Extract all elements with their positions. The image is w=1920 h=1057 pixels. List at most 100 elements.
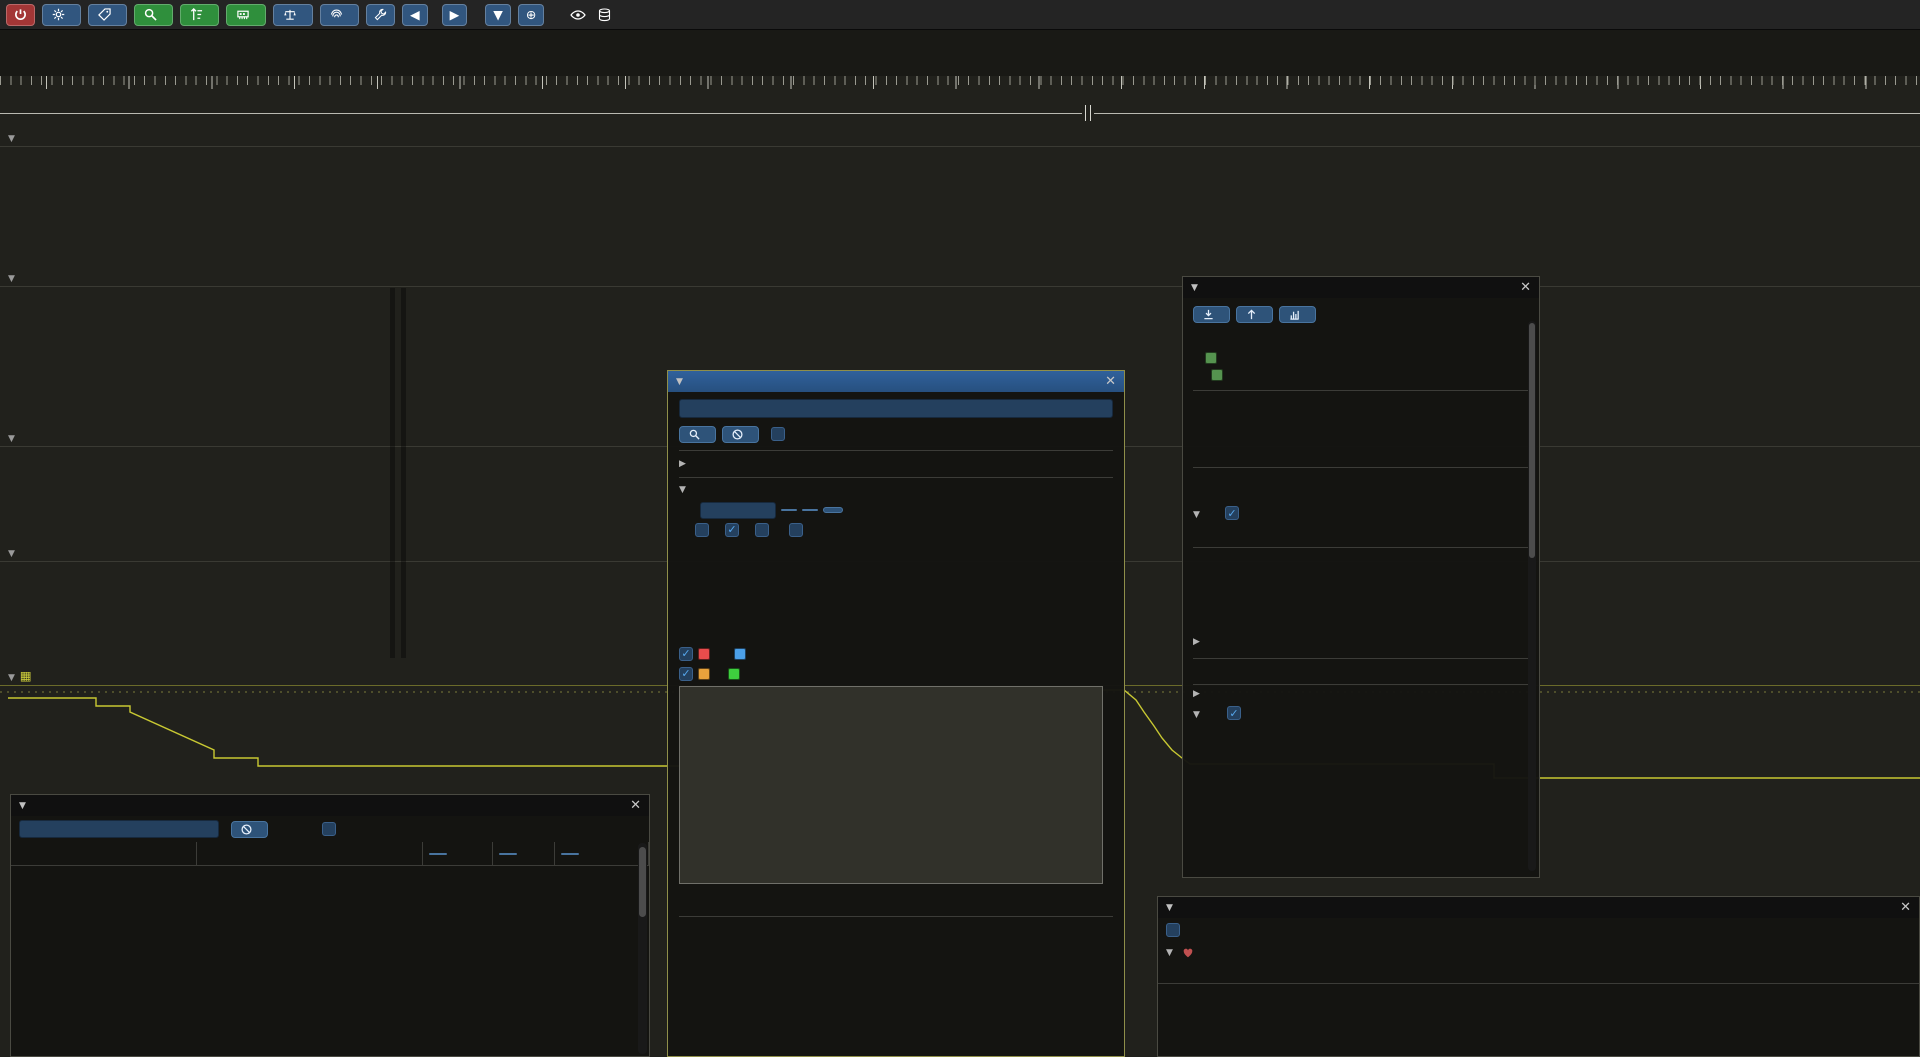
memory-chip-icon bbox=[236, 8, 250, 21]
col-counts[interactable] bbox=[493, 842, 555, 865]
options-button[interactable] bbox=[42, 4, 81, 26]
self-time-checkbox[interactable]: ✓ bbox=[789, 523, 803, 537]
draw-avg-checkbox[interactable]: ✓ bbox=[679, 647, 693, 661]
ban-icon bbox=[732, 429, 743, 440]
draw-group-avg-checkbox[interactable]: ✓ bbox=[679, 667, 693, 681]
fingerprint-icon bbox=[330, 8, 343, 21]
ban-icon bbox=[241, 824, 252, 835]
scales-icon bbox=[283, 8, 297, 21]
find-zone-titlebar[interactable]: ▼✕ bbox=[668, 371, 1124, 392]
find-zone-search-input[interactable] bbox=[679, 399, 1113, 418]
memory-window: ▼✕ ✓ ▼ bbox=[1157, 896, 1920, 1057]
avg-color-swatch bbox=[698, 648, 710, 660]
time-relative-checkbox[interactable]: ✓ bbox=[1225, 506, 1239, 520]
search-icon bbox=[144, 8, 157, 21]
memory-table-header bbox=[1158, 964, 1919, 984]
wrench-icon bbox=[374, 8, 387, 21]
close-icon[interactable]: ✕ bbox=[630, 798, 641, 813]
find-zone-button[interactable] bbox=[134, 4, 173, 26]
capture-time bbox=[598, 8, 616, 22]
thread-color-swatch[interactable] bbox=[1211, 369, 1223, 381]
source-color-swatch[interactable] bbox=[1205, 352, 1217, 364]
gear-icon bbox=[52, 8, 65, 21]
shutdown-button[interactable] bbox=[6, 4, 35, 26]
tag-icon bbox=[98, 8, 111, 21]
zone-info-titlebar[interactable]: ▼✕ bbox=[1183, 277, 1539, 298]
tools-button[interactable] bbox=[366, 4, 395, 26]
statistics-window: ▼✕ ✓ bbox=[10, 794, 650, 1057]
collapse-arrow-icon[interactable]: ▼ bbox=[1166, 948, 1176, 958]
log-values-checkbox[interactable]: ✓ bbox=[695, 523, 709, 537]
statistics-table-header bbox=[11, 842, 649, 866]
close-icon[interactable]: ✕ bbox=[1900, 900, 1911, 915]
compare-button[interactable] bbox=[273, 4, 313, 26]
power-icon bbox=[14, 8, 27, 21]
go-to-parent-button[interactable] bbox=[1236, 306, 1273, 323]
expand-arrow-icon[interactable]: ▶ bbox=[679, 459, 689, 469]
cumulate-time-checkbox[interactable]: ✓ bbox=[755, 523, 769, 537]
main-toolbar: ◀ ▶ ▼ ⊕ bbox=[0, 0, 1920, 30]
statistics-button[interactable] bbox=[180, 4, 219, 26]
zoom-to-zone-button[interactable] bbox=[1193, 306, 1230, 323]
log-time-checkbox[interactable]: ✓ bbox=[725, 523, 739, 537]
statistics-titlebar[interactable]: ▼✕ bbox=[11, 795, 649, 816]
restrict-time-checkbox[interactable]: ✓ bbox=[1166, 923, 1180, 937]
find-button[interactable] bbox=[679, 426, 716, 443]
bin-plus-button[interactable] bbox=[802, 509, 818, 511]
group-avg-color-swatch bbox=[698, 668, 710, 680]
collapse-arrow-icon[interactable]: ▼ bbox=[1193, 510, 1203, 520]
stats-option-checkbox[interactable]: ✓ bbox=[322, 822, 336, 836]
search-icon bbox=[689, 429, 700, 440]
clear-button[interactable] bbox=[722, 426, 759, 443]
memory-icon: ▦ bbox=[20, 668, 32, 683]
scrollbar[interactable] bbox=[638, 843, 647, 1054]
expand-arrow-icon[interactable]: ▶ bbox=[1193, 689, 1203, 699]
wait-regions-header bbox=[1193, 525, 1529, 543]
close-icon[interactable]: ✕ bbox=[1520, 280, 1531, 295]
group-children-checkbox[interactable]: ✓ bbox=[1227, 706, 1241, 720]
median-color-swatch bbox=[734, 648, 746, 660]
clear-filter-button[interactable] bbox=[231, 821, 268, 838]
reset-button[interactable] bbox=[823, 507, 843, 513]
scrollbar[interactable] bbox=[1528, 321, 1536, 871]
sort-bars-icon bbox=[190, 8, 203, 21]
next-frame-button[interactable]: ▶ bbox=[442, 4, 468, 26]
info-button[interactable] bbox=[320, 4, 359, 26]
worker0-header[interactable]: ▼ bbox=[8, 544, 20, 559]
close-icon[interactable]: ✕ bbox=[1105, 374, 1116, 389]
locate-button[interactable]: ⊕ bbox=[518, 4, 544, 26]
group-median-color-swatch bbox=[728, 668, 740, 680]
up-arrow-icon bbox=[1246, 309, 1257, 320]
zone-info-window: ▼✕ ▼✓ bbox=[1182, 276, 1540, 878]
expand-arrow-icon[interactable]: ▶ bbox=[1193, 637, 1203, 647]
memory-titlebar[interactable]: ▼✕ bbox=[1158, 897, 1919, 918]
find-zone-histogram[interactable] bbox=[679, 686, 1103, 884]
worker2-header[interactable]: ▼ bbox=[8, 429, 20, 444]
view-span bbox=[570, 9, 591, 21]
bar-chart-icon bbox=[1289, 309, 1300, 320]
bin-minus-button[interactable] bbox=[781, 509, 797, 511]
collapse-arrow-icon[interactable]: ▼ bbox=[1193, 710, 1203, 720]
col-mtpc[interactable] bbox=[555, 842, 649, 865]
ignore-case-checkbox[interactable]: ✓ bbox=[771, 427, 785, 441]
memory-button[interactable] bbox=[226, 4, 266, 26]
frame-dropdown-button[interactable]: ▼ bbox=[485, 4, 511, 26]
filter-zones-input[interactable] bbox=[19, 820, 219, 838]
collapse-arrow-icon[interactable]: ▼ bbox=[679, 485, 689, 495]
thread2-header[interactable]: ▼ bbox=[8, 269, 20, 284]
eye-icon bbox=[570, 9, 586, 21]
col-total-time[interactable] bbox=[423, 842, 493, 865]
col-location[interactable] bbox=[197, 842, 423, 865]
selection-shade bbox=[401, 288, 406, 658]
col-name[interactable] bbox=[11, 842, 197, 865]
cpu-data-header[interactable]: ▼ bbox=[8, 129, 20, 144]
memory-usage-header[interactable]: ▼▦ bbox=[8, 668, 46, 683]
messages-button[interactable] bbox=[88, 4, 127, 26]
zone-statistics-button[interactable] bbox=[1279, 306, 1316, 323]
prev-frame-button[interactable]: ◀ bbox=[402, 4, 428, 26]
min-bin-input[interactable] bbox=[700, 502, 776, 519]
heart-icon bbox=[1182, 947, 1194, 959]
tracy-profiler: ◀ ▶ ▼ ⊕ ▼ ▼ ▼ ▼ bbox=[0, 0, 1920, 1057]
zoom-in-icon bbox=[1203, 309, 1214, 320]
find-zone-window: ▼✕ ✓ ▶ ▼ ✓ ✓ ✓ ✓ bbox=[667, 370, 1125, 1057]
